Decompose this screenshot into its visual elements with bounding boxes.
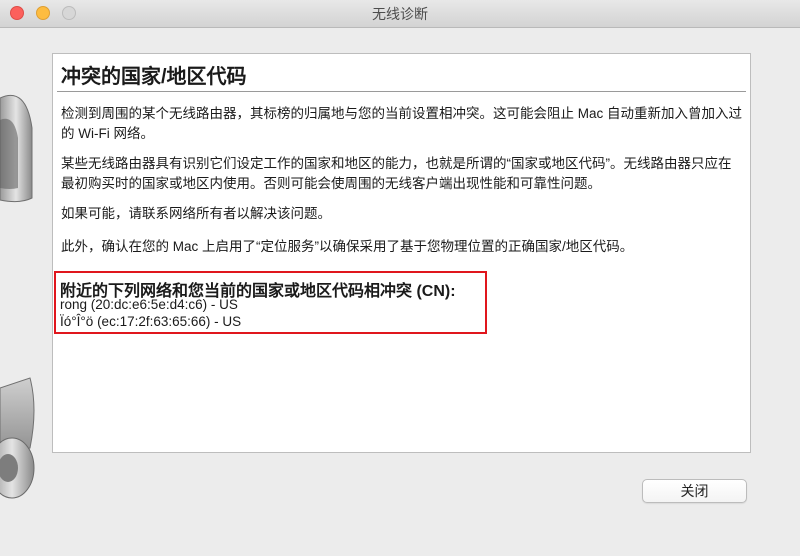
paragraph-contact-owner: 如果可能，请联系网络所有者以解决该问题。 — [61, 206, 331, 221]
heading-divider — [57, 91, 746, 92]
panel-heading: 冲突的国家/地区代码 — [61, 66, 247, 88]
paragraph-location-services: 此外，确认在您的 Mac 上启用了“定位服务”以确保采用了基于您物理位置的正确国… — [61, 239, 634, 254]
background-artwork — [0, 28, 40, 556]
wrench-artwork-icon — [0, 94, 35, 499]
diagnostics-panel: 冲突的国家/地区代码 检测到周围的某个无线路由器，其标榜的归属地与您的当前设置相… — [52, 53, 751, 453]
wireless-diagnostics-window: 无线诊断 冲突的国家/地区代码 检测到周围的某个无线路由器，其标榜的归属地与您的… — [0, 0, 800, 556]
paragraph-detection: 检测到周围的某个无线路由器，其标榜的归属地与您的当前设置相冲突。这可能会阻止 M… — [61, 106, 743, 141]
close-button[interactable]: 关闭 — [642, 479, 747, 503]
network-list-item: rong (20:dc:e6:5e:d4:c6) - US — [60, 297, 238, 312]
title-bar: 无线诊断 — [0, 0, 800, 28]
network-list-item: Ïó°Î°ö (ec:17:2f:63:65:66) - US — [60, 314, 242, 329]
window-title: 无线诊断 — [372, 6, 428, 22]
paragraph-country-code: 某些无线路由器具有识别它们设定工作的国家和地区的能力，也就是所谓的“国家或地区代… — [61, 156, 732, 191]
